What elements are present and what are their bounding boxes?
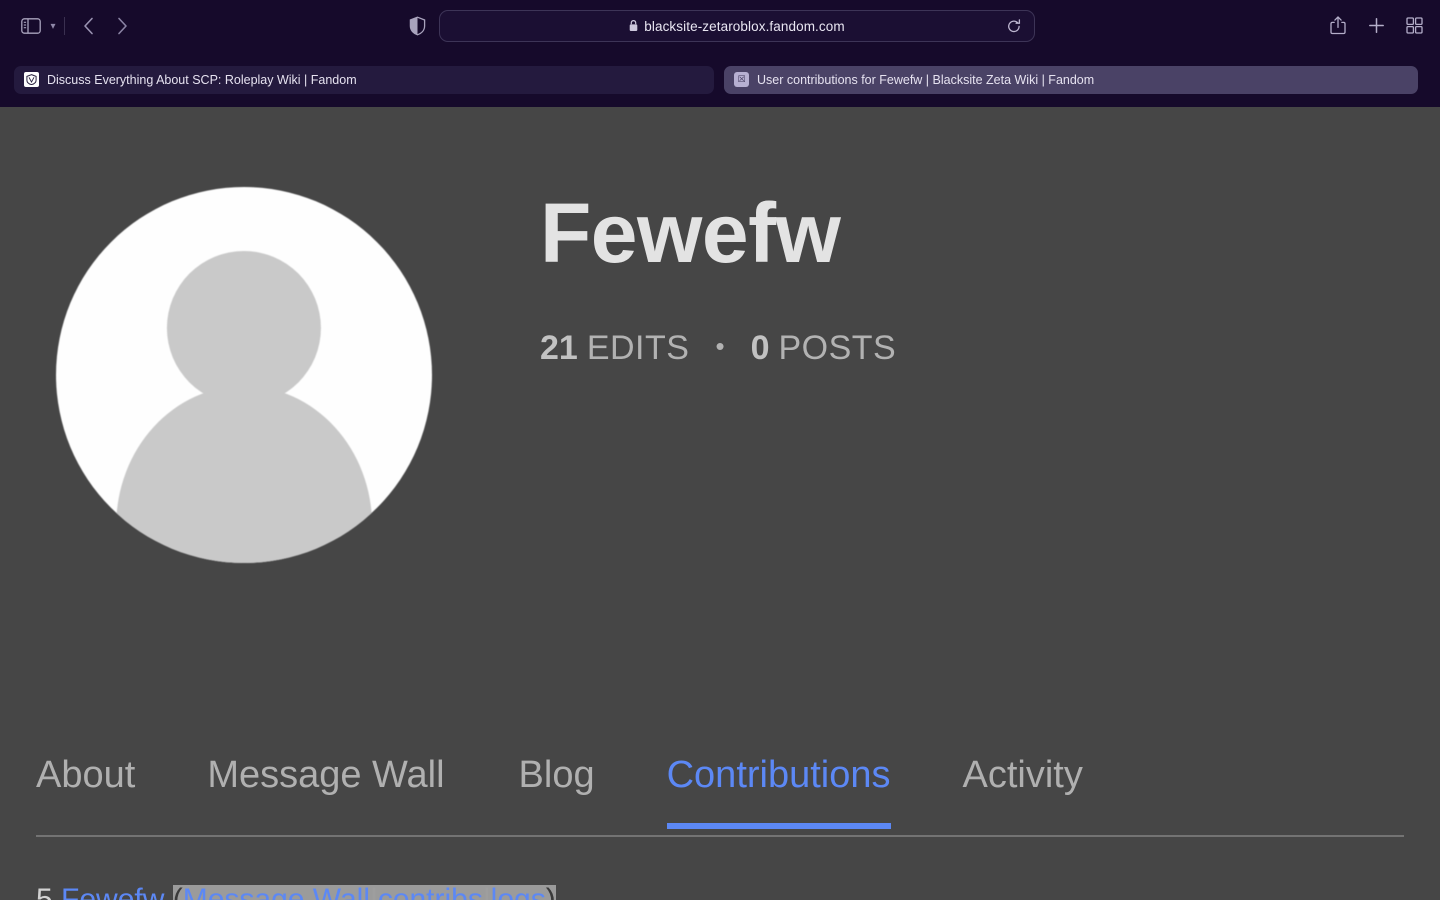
toolbar-right-controls [1326, 12, 1426, 38]
browser-chrome: ▾ blacksite-zetaroblox.fandom.com Discus… [0, 0, 1440, 107]
browser-tab-2-title: User contributions for Fewefw | Blacksit… [757, 72, 1095, 87]
page-title: Fewefw [540, 186, 841, 280]
address-bar-url: blacksite-zetaroblox.fandom.com [644, 18, 845, 34]
contrib-sep-1: | [370, 885, 378, 900]
browser-tab-1-title: Discuss Everything About SCP: Roleplay W… [47, 72, 357, 87]
edits-label: EDITS [586, 329, 690, 368]
contrib-links-group: (Message Wall|contribs|logs) [172, 885, 556, 900]
lock-icon [629, 20, 638, 32]
edits-count: 21 [540, 329, 578, 368]
browser-toolbar: ▾ blacksite-zetaroblox.fandom.com [0, 0, 1440, 52]
page-content: Fewefw 21 EDITS • 0 POSTS About Message … [0, 107, 1440, 900]
shield-icon[interactable] [405, 13, 429, 39]
browser-tab-1[interactable]: Discuss Everything About SCP: Roleplay W… [14, 65, 714, 94]
nav-divider [36, 835, 1404, 837]
posts-count: 0 [750, 329, 770, 368]
new-tab-icon[interactable] [1364, 12, 1388, 38]
tab-blog-label: Blog [518, 754, 595, 796]
list-item: 5 Fewefw (Message Wall|contribs|logs) [36, 885, 1404, 900]
stats-separator: • [715, 331, 725, 362]
fandom-shield-icon [24, 72, 39, 87]
tab-activity[interactable]: Activity [963, 754, 1083, 829]
tab-about-label: About [36, 754, 136, 796]
contrib-message-wall-link[interactable]: Message Wall [183, 885, 370, 900]
address-bar[interactable]: blacksite-zetaroblox.fandom.com [439, 10, 1035, 42]
posts-label: POSTS [778, 329, 897, 368]
contrib-sep-2: | [483, 885, 491, 900]
contrib-contribs-link[interactable]: contribs [378, 885, 483, 900]
profile-header: Fewefw 21 EDITS • 0 POSTS [0, 107, 1440, 707]
tab-message-wall[interactable]: Message Wall [207, 754, 444, 829]
contrib-user-link[interactable]: Fewefw [61, 885, 164, 900]
tab-strip: Discuss Everything About SCP: Roleplay W… [0, 52, 1440, 107]
avatar[interactable] [56, 187, 432, 563]
tab-about[interactable]: About [36, 754, 135, 829]
share-icon[interactable] [1326, 12, 1350, 38]
profile-meta: Fewefw 21 EDITS • 0 POSTS [540, 189, 896, 368]
profile-stats: 21 EDITS • 0 POSTS [540, 329, 896, 368]
tab-contributions-label: Contributions [666, 754, 891, 796]
tab-overview-icon[interactable] [1402, 12, 1426, 38]
tab-message-wall-label: Message Wall [207, 754, 445, 796]
contrib-open-paren: ( [173, 885, 183, 900]
active-tab-underline [666, 823, 891, 829]
profile-nav-tabs: About Message Wall Blog Contributions Ac… [36, 717, 1404, 837]
contributions-list: 5 Fewefw (Message Wall|contribs|logs) [36, 885, 1404, 900]
browser-tab-2[interactable]: ☒ User contributions for Fewefw | Blacks… [724, 65, 1418, 94]
toolbar-center: blacksite-zetaroblox.fandom.com [0, 10, 1440, 42]
contrib-index: 5 [36, 885, 53, 900]
avatar-body-shape [116, 386, 372, 563]
avatar-head-shape [166, 250, 322, 406]
tab-activity-label: Activity [962, 754, 1083, 796]
profile-nav-row: About Message Wall Blog Contributions Ac… [36, 717, 1404, 829]
tab-blog[interactable]: Blog [519, 754, 595, 829]
reload-icon[interactable] [1004, 16, 1024, 36]
contrib-logs-link[interactable]: logs [491, 885, 546, 900]
address-bar-content: blacksite-zetaroblox.fandom.com [440, 19, 1034, 34]
broken-image-icon: ☒ [734, 72, 749, 87]
tab-contributions[interactable]: Contributions [666, 754, 891, 829]
broken-image-glyph: ☒ [737, 74, 746, 85]
contrib-close-paren: ) [546, 885, 556, 900]
